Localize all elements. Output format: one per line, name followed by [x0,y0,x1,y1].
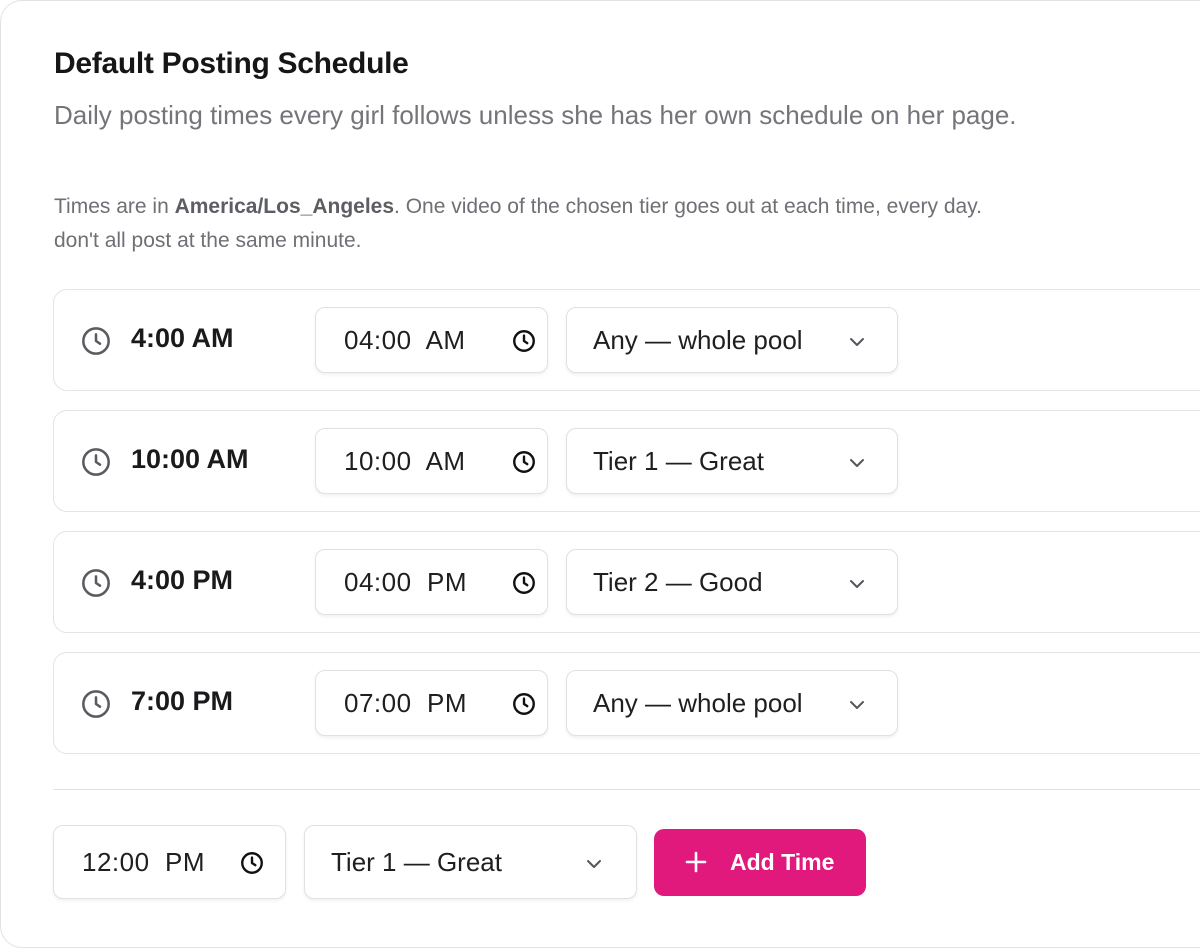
timezone-info: Times are in America/Los_Angeles. One vi… [54,190,1200,258]
clock-icon[interactable] [239,850,265,876]
tier-select-value: Tier 1 — Great [593,446,764,476]
chevron-down-icon [850,580,864,588]
time-input-value: 10:00 AM [344,446,466,476]
plus-icon [685,851,707,873]
tier-select[interactable]: Tier 2 — Good [566,549,898,615]
clock-icon[interactable] [511,449,537,475]
schedule-row-label: 7:00 PM [131,686,234,716]
info-line2: don't all post at the same minute. [54,229,362,252]
clock-icon [82,327,110,355]
tier-select[interactable]: Any — whole pool [566,670,898,736]
clock-icon [82,569,110,597]
info-rest: . One video of the chosen tier goes out … [394,195,982,218]
info-prefix: Times are in [54,195,175,218]
add-time-button[interactable]: Add Time [654,829,866,896]
card-subtitle: Daily posting times every girl follows u… [54,100,1017,130]
chevron-down-icon [850,338,864,346]
new-time-input[interactable]: 12:00 PM [53,825,286,899]
new-time-value: 12:00 PM [82,847,206,877]
chevron-down-icon [587,860,601,868]
schedule-row: 10:00 AM 10:00 AM Tier 1 — Great [53,410,1200,512]
tier-select[interactable]: Any — whole pool [566,307,898,373]
time-input[interactable]: 10:00 AM [315,428,548,494]
schedule-row-label: 4:00 PM [131,565,234,595]
clock-icon[interactable] [511,328,537,354]
time-input[interactable]: 04:00 AM [315,307,548,373]
tier-select-value: Tier 2 — Good [593,567,763,597]
schedule-row: 4:00 AM 04:00 AM Any — whole pool [53,289,1200,391]
clock-icon[interactable] [511,691,537,717]
card-title: Default Posting Schedule [54,47,409,80]
new-tier-value: Tier 1 — Great [331,847,502,877]
add-time-label: Add Time [730,849,835,875]
new-tier-select[interactable]: Tier 1 — Great [304,825,637,899]
schedule-row: 4:00 PM 04:00 PM Tier 2 — Good [53,531,1200,633]
time-input[interactable]: 04:00 PM [315,549,548,615]
clock-icon[interactable] [511,570,537,596]
clock-icon [82,448,110,476]
schedule-row: 7:00 PM 07:00 PM Any — whole pool [53,652,1200,754]
time-input-value: 07:00 PM [344,688,468,718]
tier-select-value: Any — whole pool [593,688,803,718]
timezone-name: America/Los_Angeles [174,195,395,218]
time-input-value: 04:00 PM [344,567,468,597]
clock-icon [82,690,110,718]
posting-schedule-card: Default Posting Schedule Daily posting t… [0,0,1200,948]
chevron-down-icon [850,459,864,467]
time-input-value: 04:00 AM [344,325,466,355]
time-input[interactable]: 07:00 PM [315,670,548,736]
tier-select-value: Any — whole pool [593,325,803,355]
chevron-down-icon [850,701,864,709]
divider [53,789,1200,790]
schedule-row-label: 4:00 AM [131,323,234,353]
schedule-row-label: 10:00 AM [131,444,249,474]
tier-select[interactable]: Tier 1 — Great [566,428,898,494]
